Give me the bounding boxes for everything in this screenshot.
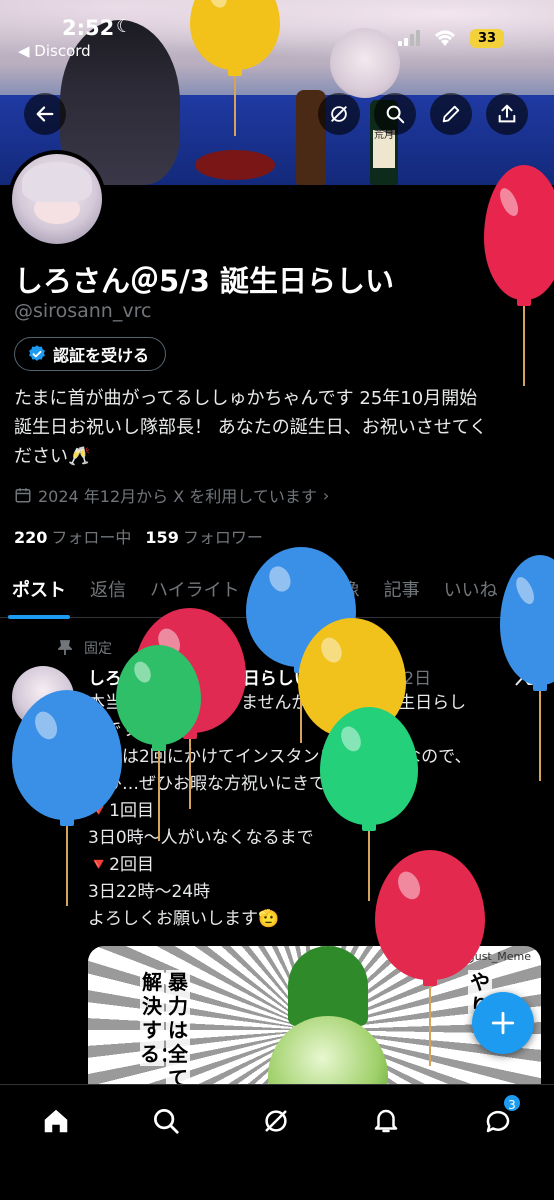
edit-button[interactable] bbox=[430, 93, 472, 135]
profile-handle: @sirosann_vrc bbox=[14, 300, 152, 322]
calendar-icon bbox=[15, 488, 31, 503]
status-bar: 2:52 ☾ ◀ Discord 33 bbox=[0, 0, 554, 70]
post-author-handle: @siro... bbox=[316, 664, 381, 684]
nav-home[interactable] bbox=[36, 1101, 76, 1141]
nav-grok[interactable] bbox=[256, 1101, 296, 1141]
grok-button[interactable] bbox=[318, 93, 360, 135]
post-line: ぜひ…ぜひお暇な方祝いにきてください… bbox=[88, 774, 411, 794]
tab-photos[interactable]: 画像 bbox=[312, 568, 372, 618]
grok-icon bbox=[331, 106, 347, 122]
post-line: 当日は2回にかけてインスタンス開く予定なので、 bbox=[88, 747, 472, 767]
post-line: いです🎈 bbox=[88, 720, 160, 740]
following-count: 220 bbox=[14, 528, 48, 547]
bio-line: たまに首が曲がってるししゅかちゃんです 25年10月開始 bbox=[14, 388, 478, 409]
pin-icon bbox=[58, 640, 72, 655]
pinned-indicator: 固定 bbox=[58, 638, 112, 658]
post-line: 3日0時〜人がいなくなるまで bbox=[88, 828, 314, 848]
tab-articles[interactable]: 記事 bbox=[372, 568, 432, 618]
back-button[interactable] bbox=[24, 93, 66, 135]
search-icon bbox=[386, 105, 405, 124]
balloon-body bbox=[484, 165, 554, 300]
bottom-navigation: 3 bbox=[0, 1084, 554, 1200]
image-leaf bbox=[288, 946, 368, 1026]
following-label: フォロー中 bbox=[51, 528, 132, 547]
banner-sushi-plate bbox=[195, 150, 275, 180]
balloon-string bbox=[66, 826, 68, 906]
followers-link[interactable]: 159 フォロワー bbox=[145, 524, 262, 548]
post-body[interactable]: 本当かどうかわかりませんが私5月3日誕生日らし いです🎈 当日は2回にかけてイン… bbox=[88, 690, 544, 933]
profile-avatar[interactable] bbox=[8, 150, 106, 248]
tab-replies[interactable]: 返信 bbox=[78, 568, 138, 618]
share-icon bbox=[498, 104, 516, 123]
post-line: よろしくお願いします🫡 bbox=[88, 909, 280, 929]
post-author-avatar[interactable] bbox=[12, 666, 74, 728]
bell-icon bbox=[374, 1109, 398, 1133]
followers-count: 159 bbox=[145, 528, 179, 547]
profile-name: しろさん＠5/3 誕生日らしい bbox=[14, 264, 395, 298]
tab-videos[interactable]: 動画 bbox=[252, 568, 312, 618]
back-to-app-link[interactable]: ◀ Discord bbox=[18, 42, 91, 60]
bio-line: ださい🥂 bbox=[14, 446, 91, 467]
x-logo-icon bbox=[515, 666, 533, 686]
image-text-mid: 暴力は全て bbox=[166, 970, 190, 1086]
cellular-signal-icon bbox=[398, 30, 422, 46]
balloon-knot bbox=[60, 818, 74, 826]
chevron-right-icon: › bbox=[322, 485, 330, 505]
profile-tabs: ポスト 返信 ハイライト 動画 画像 記事 いいね bbox=[0, 568, 554, 619]
moon-icon: ☾ bbox=[116, 16, 133, 37]
avatar-image bbox=[12, 154, 102, 244]
search-icon bbox=[154, 1109, 179, 1134]
image-text-left: 解決する： bbox=[140, 970, 180, 1066]
balloon-knot bbox=[517, 298, 531, 306]
post-line: 🔻2回目 bbox=[88, 855, 154, 875]
arrow-left-icon bbox=[36, 106, 54, 122]
tab-posts[interactable]: ポスト bbox=[0, 568, 78, 619]
tab-likes[interactable]: いいね bbox=[432, 568, 510, 618]
post-line: 3日22時〜24時 bbox=[88, 882, 211, 902]
pencil-icon bbox=[442, 105, 460, 123]
post-header: しろさん＠5/3 誕生日らしい @siro... ・2日 bbox=[88, 664, 431, 689]
post-author-name[interactable]: しろさん＠5/3 誕生日らしい bbox=[88, 664, 311, 689]
nav-messages[interactable]: 3 bbox=[478, 1093, 522, 1141]
image-turnip bbox=[268, 1016, 388, 1086]
status-time: 2:52 bbox=[62, 16, 115, 40]
follow-counts: 220 フォロー中 159 フォロワー bbox=[14, 524, 263, 548]
post-line: 🔻1回目 bbox=[88, 801, 154, 821]
grok-icon bbox=[265, 1110, 287, 1132]
post-time: ・2日 bbox=[386, 669, 432, 689]
balloon-string bbox=[523, 306, 525, 386]
verified-badge-icon bbox=[29, 345, 45, 361]
joined-text: 2024 年12月から X を利用しています bbox=[38, 487, 317, 506]
home-icon bbox=[44, 1109, 68, 1133]
battery-indicator: 33 bbox=[470, 29, 504, 48]
nav-search[interactable] bbox=[146, 1101, 186, 1141]
bottle-label: 荒月 bbox=[373, 130, 395, 168]
compose-post-button[interactable] bbox=[472, 992, 534, 1054]
profile-bio: たまに首が曲がってるししゅかちゃんです 25年10月開始 誕生日お祝いし隊部長！… bbox=[14, 384, 544, 471]
get-verified-label: 認証を受ける bbox=[53, 346, 150, 365]
wifi-icon bbox=[435, 30, 455, 46]
pinned-label: 固定 bbox=[84, 641, 112, 657]
joined-date[interactable]: 2024 年12月から X を利用しています › bbox=[14, 483, 329, 507]
image-watermark: @VRC_Just_Meme bbox=[432, 950, 531, 963]
nav-notifications[interactable] bbox=[366, 1101, 406, 1141]
following-link[interactable]: 220 フォロー中 bbox=[14, 524, 131, 548]
messages-badge: 3 bbox=[502, 1093, 522, 1113]
search-button[interactable] bbox=[374, 93, 416, 135]
plus-icon bbox=[491, 1011, 515, 1035]
get-verified-button[interactable]: 認証を受ける bbox=[14, 337, 167, 371]
followers-label: フォロワー bbox=[182, 528, 263, 547]
balloon-decoration bbox=[484, 165, 554, 390]
post-line: 本当かどうかわかりませんが私5月3日誕生日らし bbox=[88, 693, 467, 713]
tab-highlights[interactable]: ハイライト bbox=[138, 568, 252, 618]
bio-line: 誕生日お祝いし隊部長！ あなたの誕生日、お祝いさせてく bbox=[14, 417, 488, 438]
share-button[interactable] bbox=[486, 93, 528, 135]
